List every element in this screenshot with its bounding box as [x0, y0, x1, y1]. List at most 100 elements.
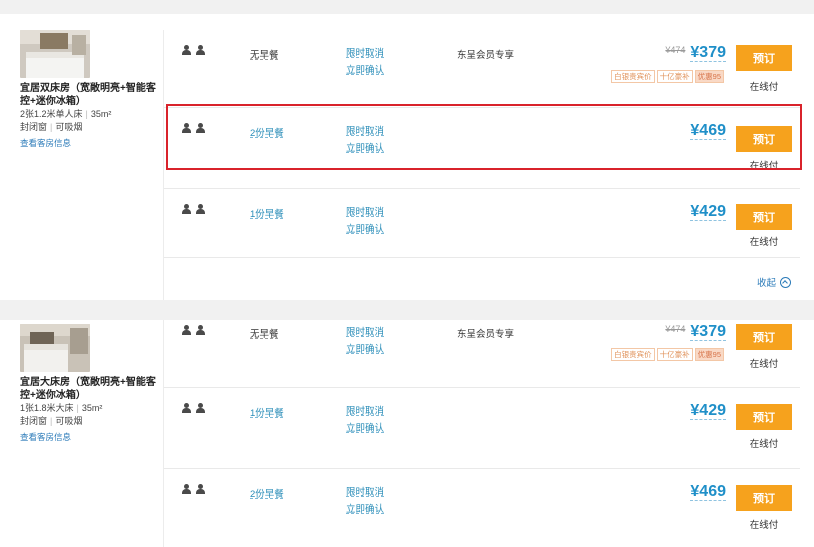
chevron-up-icon [780, 276, 792, 288]
room-details-link[interactable]: 查看客房信息 [20, 431, 160, 443]
price[interactable]: ¥379 [690, 44, 726, 62]
rate-row: 无早餐 限时取消 立即确认 东呈会员专享 ¥474 ¥379 白银贵宾价 十亿豪补… [164, 30, 800, 108]
rate-row: 2份早餐 限时取消 立即确认 ¥469 预订 在线付 [164, 108, 800, 189]
discount-tag: 优惠95 [694, 70, 724, 83]
payment-type: 在线付 [749, 520, 779, 531]
payment-type: 在线付 [749, 161, 779, 172]
guest-count [182, 325, 205, 335]
background-band [0, 300, 814, 320]
room-photo-image [20, 324, 90, 372]
policy-info: 限时取消 立即确认 [346, 324, 384, 358]
price[interactable]: ¥469 [690, 122, 726, 140]
policy-info: 限时取消 立即确认 [346, 403, 384, 437]
cancel-policy-link[interactable]: 限时取消 [346, 204, 384, 221]
price-block: ¥474 ¥379 [665, 323, 726, 341]
person-icon [196, 45, 205, 55]
collapse-label: 收起 [757, 278, 777, 289]
book-button[interactable]: 预订 [736, 45, 792, 71]
book-button[interactable]: 预订 [736, 126, 792, 152]
breakfast-label[interactable]: 2份早餐 [250, 125, 284, 139]
background-band [0, 0, 814, 14]
confirm-policy-link[interactable]: 立即确认 [346, 501, 384, 518]
price-block: ¥474 ¥379 [665, 44, 726, 62]
promo-label: 东呈会员专享 [457, 329, 515, 340]
guest-count [182, 204, 205, 214]
cancel-policy-link[interactable]: 限时取消 [346, 403, 384, 420]
price[interactable]: ¥429 [690, 203, 726, 221]
payment-type: 在线付 [749, 439, 779, 450]
discount-tag: 优惠95 [694, 348, 724, 361]
breakfast-label[interactable]: 1份早餐 [250, 405, 284, 419]
bed-type: 2张1.2米单人床 [20, 109, 83, 119]
person-icon [182, 484, 191, 494]
price-block: ¥429 [690, 203, 726, 221]
rate-row: 1份早餐 限时取消 立即确认 ¥429 预订 在线付 [164, 388, 800, 469]
bed-type: 1张1.8米大床 [20, 403, 74, 413]
room-card: 宜居双床房（宽敞明亮+智能客控+迷你冰箱） 2张1.2米单人床 | 35m² 封闭窗… [0, 14, 814, 300]
original-price: ¥474 [665, 324, 686, 334]
smoking-policy: 可吸烟 [55, 122, 83, 132]
room-details-link[interactable]: 查看客房信息 [20, 137, 160, 149]
book-button[interactable]: 预订 [736, 204, 792, 230]
policy-info: 限时取消 立即确认 [346, 45, 384, 79]
rate-row: 无早餐 限时取消 立即确认 东呈会员专享 ¥474 ¥379 白银贵宾价 十亿豪补… [164, 320, 800, 388]
person-icon [196, 325, 205, 335]
room-info: 宜居双床房（宽敞明亮+智能客控+迷你冰箱） 2张1.2米单人床 | 35m² 封闭窗… [20, 30, 160, 149]
price[interactable]: ¥429 [690, 402, 726, 420]
discount-tag: 十亿豪补 [656, 70, 693, 83]
policy-info: 限时取消 立即确认 [346, 123, 384, 157]
discount-tag: 十亿豪补 [656, 348, 693, 361]
person-icon [196, 204, 205, 214]
person-icon [182, 325, 191, 335]
payment-type: 在线付 [749, 359, 779, 370]
room-photo-image [20, 30, 90, 78]
smoking-policy: 可吸烟 [55, 416, 83, 426]
discount-tags: 白银贵宾价 十亿豪补 优惠95 [611, 70, 724, 83]
person-icon [196, 123, 205, 133]
confirm-policy-link[interactable]: 立即确认 [346, 62, 384, 79]
policy-info: 限时取消 立即确认 [346, 484, 384, 518]
payment-type: 在线付 [749, 82, 779, 93]
cancel-policy-link[interactable]: 限时取消 [346, 324, 384, 341]
cancel-policy-link[interactable]: 限时取消 [346, 123, 384, 140]
person-icon [182, 45, 191, 55]
discount-tag: 白银贵宾价 [611, 70, 655, 83]
room-photo[interactable] [20, 30, 90, 78]
breakfast-label[interactable]: 无早餐 [250, 47, 279, 61]
person-icon [182, 403, 191, 413]
room-area: 35m² [90, 109, 112, 119]
room-bed-area: 1张1.8米大床 | 35m² [20, 403, 103, 413]
room-name: 宜居大床房（宽敞明亮+智能客控+迷你冰箱） [20, 377, 156, 401]
confirm-policy-link[interactable]: 立即确认 [346, 221, 384, 238]
confirm-policy-link[interactable]: 立即确认 [346, 341, 384, 358]
guest-count [182, 403, 205, 413]
book-button[interactable]: 预订 [736, 404, 792, 430]
cancel-policy-link[interactable]: 限时取消 [346, 484, 384, 501]
book-button[interactable]: 预订 [736, 485, 792, 511]
person-icon [182, 123, 191, 133]
breakfast-label[interactable]: 无早餐 [250, 326, 279, 340]
room-name: 宜居双床房（宽敞明亮+智能客控+迷你冰箱） [20, 83, 156, 107]
cancel-policy-link[interactable]: 限时取消 [346, 45, 384, 62]
confirm-policy-link[interactable]: 立即确认 [346, 140, 384, 157]
room-area: 35m² [81, 403, 103, 413]
person-icon [196, 484, 205, 494]
breakfast-label[interactable]: 2份早餐 [250, 486, 284, 500]
price[interactable]: ¥379 [690, 323, 726, 341]
discount-tag: 白银贵宾价 [611, 348, 655, 361]
confirm-policy-link[interactable]: 立即确认 [346, 420, 384, 437]
price-block: ¥469 [690, 483, 726, 501]
rate-row: 1份早餐 限时取消 立即确认 ¥429 预订 在线付 [164, 189, 800, 258]
payment-type: 在线付 [749, 237, 779, 248]
breakfast-label[interactable]: 1份早餐 [250, 206, 284, 220]
book-button[interactable]: 预订 [736, 324, 792, 350]
price[interactable]: ¥469 [690, 483, 726, 501]
price-block: ¥469 [690, 122, 726, 140]
guest-count [182, 123, 205, 133]
collapse-toggle[interactable]: 收起 [757, 275, 792, 289]
rate-row: 2份早餐 限时取消 立即确认 ¥469 预订 在线付 [164, 469, 800, 547]
person-icon [182, 204, 191, 214]
promo-label: 东呈会员专享 [457, 50, 515, 61]
price-block: ¥429 [690, 402, 726, 420]
room-photo[interactable] [20, 324, 90, 372]
